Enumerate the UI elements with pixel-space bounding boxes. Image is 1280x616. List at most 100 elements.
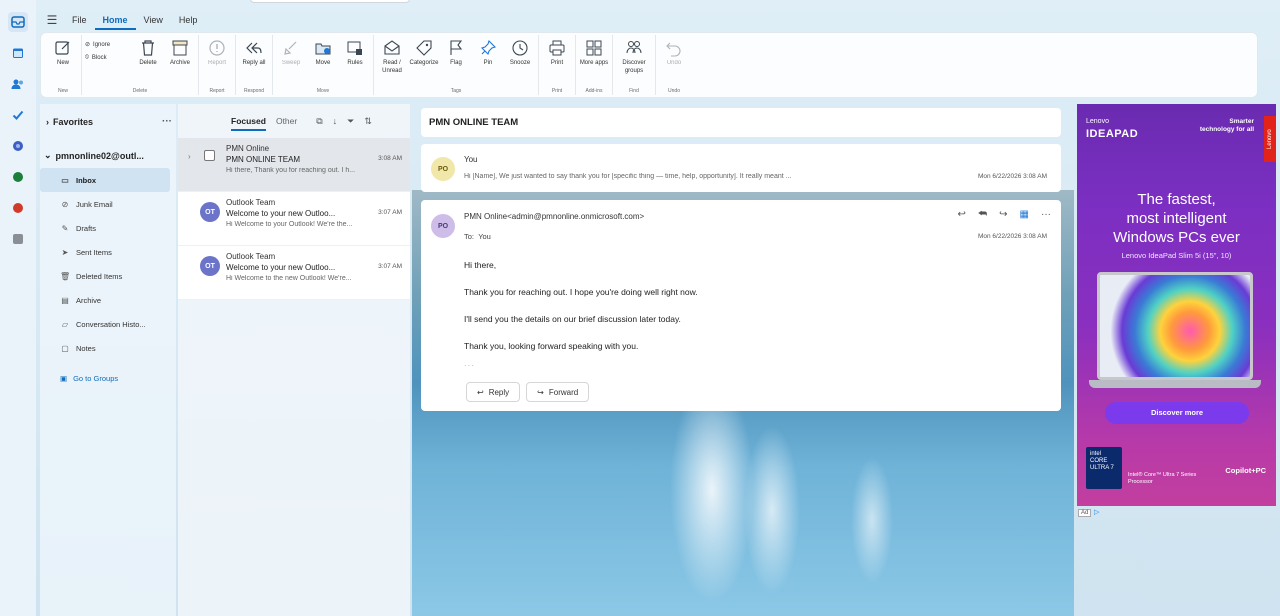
ad-tagline: Smarter technology for all: [1199, 118, 1254, 133]
hamburger-icon[interactable]: ☰: [40, 13, 64, 27]
reply-button[interactable]: ↩ Reply: [466, 382, 521, 402]
reply-icon: ↩: [477, 387, 484, 397]
ribbon-group-undo: Undo Undo: [656, 35, 692, 95]
folder-deleted-items[interactable]: 🗑 Deleted Items: [40, 264, 170, 288]
ad-product-line: IDEAPAD: [1086, 128, 1139, 140]
apps-icon: [583, 37, 605, 59]
todo-icon[interactable]: [8, 105, 28, 125]
categorize-button[interactable]: Categorize: [409, 35, 439, 87]
folder-drafts[interactable]: ✎ Drafts: [40, 216, 170, 240]
reply-all-button[interactable]: Reply all: [239, 35, 269, 87]
folder-sent-items[interactable]: ➤ Sent Items: [40, 240, 170, 264]
favorites-header[interactable]: › Favorites ···: [46, 116, 172, 127]
show-trimmed-content[interactable]: ···: [464, 361, 475, 370]
folder-junk-email[interactable]: ⊘ Junk Email: [40, 192, 170, 216]
folder-conversation-history[interactable]: ▱ Conversation Histo...: [40, 312, 170, 336]
flag-button[interactable]: Flag: [441, 35, 471, 87]
teams-icon[interactable]: [8, 136, 28, 156]
undo-button[interactable]: Undo: [659, 35, 689, 87]
ribbon: New New ⊘ Ignore ⦸ Block Delete Archive De…: [40, 32, 1258, 98]
tab-other[interactable]: Other: [271, 104, 302, 138]
undo-icon: [663, 37, 685, 59]
tag-icon: [413, 37, 435, 59]
forward-button[interactable]: ↪ Forward: [526, 382, 590, 402]
printer-icon: [546, 37, 568, 59]
message-item[interactable]: › PMN Online PMN ONLINE TEAM 3:08 AM Hi …: [178, 138, 410, 192]
app-rail: [0, 0, 36, 616]
ribbon-group-report: Report Report: [199, 35, 236, 95]
message-item[interactable]: OT Outlook Team Welcome to your new Outl…: [178, 192, 410, 246]
ad-marker[interactable]: Ad: [1078, 509, 1092, 517]
report-button[interactable]: Report: [202, 35, 232, 87]
folder-inbox[interactable]: ▭ Inbox: [40, 168, 170, 192]
block-icon: ⦸: [85, 54, 89, 60]
message-from: You: [464, 155, 478, 164]
discover-groups-button[interactable]: Discover groups: [616, 35, 652, 87]
ignore-button[interactable]: ⊘ Ignore: [85, 41, 131, 49]
message-subject: PMN ONLINE TEAM: [226, 155, 301, 164]
inbox-icon: ▭: [61, 175, 69, 185]
ribbon-group-respond: Reply all Respond: [236, 35, 273, 95]
archive-button[interactable]: Archive: [165, 35, 195, 87]
more-apps-button[interactable]: More apps: [579, 35, 609, 87]
snooze-button[interactable]: Snooze: [505, 35, 535, 87]
groups-icon: ▣: [60, 374, 68, 383]
apps-icon[interactable]: ▦: [1020, 209, 1029, 220]
chevron-right-icon[interactable]: ›: [188, 152, 191, 161]
calendar-icon[interactable]: [8, 43, 28, 63]
more-icon[interactable]: ···: [1041, 209, 1051, 220]
tab-file[interactable]: File: [64, 10, 95, 30]
rules-icon: [344, 37, 366, 59]
search-box[interactable]: [250, 0, 410, 3]
ribbon-group-new: New New: [45, 35, 82, 95]
message-item[interactable]: OT Outlook Team Welcome to your new Outl…: [178, 246, 410, 300]
select-mode-icon[interactable]: ⧉: [316, 116, 322, 127]
intel-text: Intel® Core™ Ultra 7 Series Processor: [1128, 472, 1197, 485]
clock-icon: [509, 37, 531, 59]
people-icon[interactable]: [8, 74, 28, 94]
tab-focused[interactable]: Focused: [226, 104, 271, 138]
sweep-button[interactable]: Sweep: [276, 35, 306, 87]
ribbon-group-print: Print Print: [539, 35, 576, 95]
folder-archive[interactable]: ▤ Archive: [40, 288, 170, 312]
ad-banner[interactable]: Lenovo IDEAPAD Smarter technology for al…: [1077, 104, 1276, 506]
jump-down-icon[interactable]: ↓: [333, 116, 338, 127]
excel-icon[interactable]: [8, 167, 28, 187]
collapsed-message[interactable]: PO You Hi [Name], We just wanted to say …: [421, 144, 1061, 192]
block-button[interactable]: ⦸ Block: [85, 54, 131, 61]
rules-button[interactable]: Rules: [340, 35, 370, 87]
account-header[interactable]: ⌄ pmnonline02@outl...: [44, 150, 174, 161]
reply-all-icon: [243, 37, 265, 59]
ad-brand: Lenovo: [1086, 118, 1109, 125]
delete-button[interactable]: Delete: [133, 35, 163, 87]
sort-icon[interactable]: ⇅: [364, 116, 372, 127]
tab-help[interactable]: Help: [171, 10, 206, 30]
powerpoint-icon[interactable]: [8, 198, 28, 218]
pin-button[interactable]: Pin: [473, 35, 503, 87]
ribbon-group-find: Discover groups Find: [613, 35, 656, 95]
tab-home[interactable]: Home: [94, 10, 136, 30]
message-subject: Welcome to your new Outloo...: [226, 209, 336, 218]
laptop-image: [1089, 272, 1261, 394]
more-icon[interactable]: ···: [162, 116, 172, 127]
forward-icon[interactable]: ↪: [999, 209, 1007, 220]
folder-notes[interactable]: ▢ Notes: [40, 336, 170, 360]
reply-all-icon[interactable]: ⮪: [978, 209, 987, 220]
message-snippet: Hi [Name], We just wanted to say thank y…: [464, 173, 792, 180]
ad-model: Lenovo IdeaPad Slim 5i (15", 10): [1121, 251, 1232, 260]
more-apps-icon[interactable]: [8, 229, 28, 249]
print-button[interactable]: Print: [542, 35, 572, 87]
adchoices-icon[interactable]: ▷: [1094, 508, 1099, 516]
move-button[interactable]: Move: [308, 35, 338, 87]
message-list: Focused Other ⧉ ↓ ⏷ ⇅ › PMN Online PMN O…: [178, 104, 410, 616]
filter-icon[interactable]: ⏷: [347, 116, 354, 127]
report-icon: [206, 37, 228, 59]
select-checkbox[interactable]: [204, 150, 215, 161]
ad-cta-button[interactable]: Discover more: [1105, 402, 1249, 424]
reply-icon[interactable]: ↩: [957, 209, 965, 220]
tab-view[interactable]: View: [136, 10, 171, 30]
read-unread-button[interactable]: Read / Unread: [377, 35, 407, 87]
go-to-groups-link[interactable]: ▣ Go to Groups: [60, 374, 118, 383]
new-button[interactable]: New: [48, 35, 78, 87]
mail-icon[interactable]: [8, 12, 28, 32]
